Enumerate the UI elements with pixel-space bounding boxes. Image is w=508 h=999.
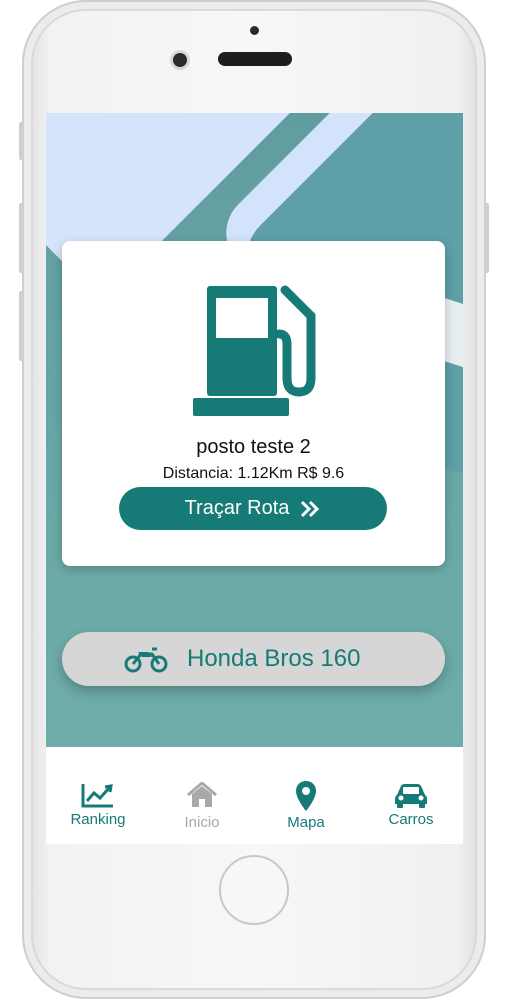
car-icon	[395, 784, 427, 808]
station-card: posto teste 2 Distancia: 1.12Km R$ 9.6 T…	[62, 241, 445, 566]
bottom-navigation: Ranking Inicio Mapa Carros	[46, 747, 463, 844]
nav-item-carros[interactable]: Carros	[359, 747, 463, 844]
nav-label-inicio: Inicio	[184, 814, 220, 831]
double-chevron-right-icon	[301, 500, 320, 517]
station-distance-price: Distancia: 1.12Km R$ 9.6	[162, 465, 345, 482]
earpiece-speaker	[218, 52, 292, 66]
vehicle-name: Honda Bros 160	[187, 645, 361, 672]
nav-label-carros: Carros	[388, 811, 434, 828]
trace-route-button[interactable]: Traçar Rota	[119, 487, 387, 530]
fuel-pump-icon	[193, 285, 316, 416]
station-name: posto teste 2	[196, 436, 311, 458]
map-marker-icon	[296, 781, 316, 811]
nav-item-inicio[interactable]: Inicio	[150, 747, 254, 844]
motorcycle-icon	[124, 647, 168, 673]
nav-item-ranking[interactable]: Ranking	[46, 747, 150, 844]
chart-line-icon	[81, 784, 113, 808]
nav-item-mapa[interactable]: Mapa	[254, 747, 358, 844]
nav-label-ranking: Ranking	[70, 811, 126, 828]
front-camera	[173, 53, 187, 67]
home-button[interactable]	[219, 855, 289, 925]
nav-label-mapa: Mapa	[287, 814, 325, 831]
proximity-sensor	[250, 26, 259, 35]
home-icon	[187, 782, 217, 807]
app-screen: posto teste 2 Distancia: 1.12Km R$ 9.6 T…	[46, 113, 463, 844]
trace-route-label: Traçar Rota	[184, 497, 290, 519]
map-view[interactable]: posto teste 2 Distancia: 1.12Km R$ 9.6 T…	[46, 113, 463, 747]
vehicle-selector[interactable]: Honda Bros 160	[62, 632, 445, 686]
